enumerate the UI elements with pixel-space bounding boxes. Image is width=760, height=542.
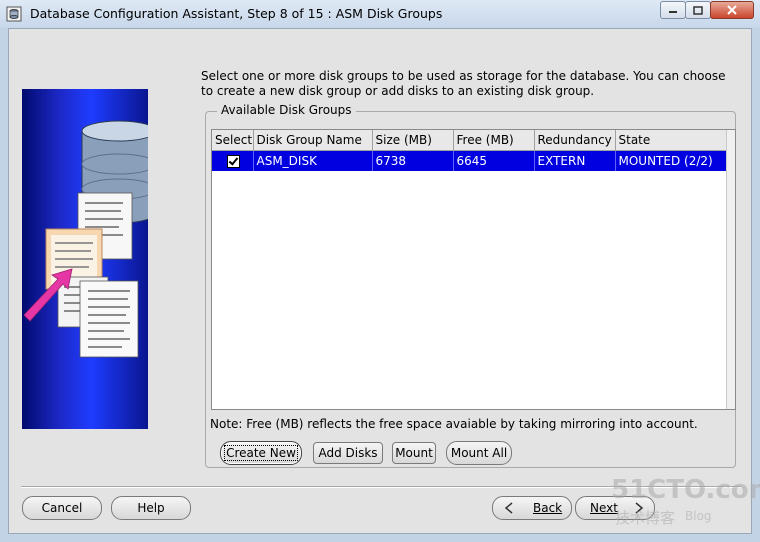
free-cell: 6645 [453, 150, 535, 171]
help-label: Help [137, 501, 165, 515]
wizard-panel: Select one or more disk groups to be use… [8, 28, 760, 535]
column-header-size[interactable]: Size (MB) [372, 130, 454, 151]
wizard-illustration [22, 89, 148, 429]
watermark-blog: Blog [685, 509, 712, 523]
cancel-button[interactable]: Cancel [22, 496, 102, 520]
group-box-label: Available Disk Groups [217, 103, 356, 117]
close-button[interactable] [710, 1, 754, 19]
back-label: Back [533, 501, 563, 515]
maximize-button[interactable] [685, 1, 711, 19]
back-button[interactable]: Back [492, 496, 572, 520]
table-scrollbar[interactable] [726, 130, 735, 409]
maximize-icon [693, 5, 703, 15]
title-bar: Database Configuration Assistant, Step 8… [0, 0, 760, 28]
watermark-sub: 技术博客 [615, 509, 676, 527]
window-frame-bottom [0, 534, 760, 542]
column-header-free[interactable]: Free (MB) [453, 130, 535, 151]
window-frame-right [752, 28, 760, 542]
disk-groups-table: Select Disk Group Name Size (MB) Free (M… [211, 129, 736, 410]
size-cell: 6738 [372, 150, 454, 171]
mount-all-button[interactable]: Mount All [446, 441, 512, 465]
window-frame-left [0, 28, 8, 542]
mount-label: Mount [395, 446, 433, 460]
table-header-row: Select Disk Group Name Size (MB) Free (M… [212, 130, 729, 151]
column-header-select[interactable]: Select [212, 130, 254, 151]
cancel-label: Cancel [41, 501, 83, 515]
app-icon [6, 6, 22, 22]
window-title: Database Configuration Assistant, Step 8… [30, 6, 443, 21]
column-header-disk-group-name[interactable]: Disk Group Name [253, 130, 373, 151]
table-row[interactable]: ASM_DISK 6738 6645 EXTERN MOUNTED (2/2) [212, 150, 729, 171]
mount-all-label: Mount All [450, 446, 508, 460]
minimize-button[interactable] [660, 1, 686, 19]
mount-button[interactable]: Mount [392, 442, 436, 464]
watermark-site: 51CTO.com [611, 475, 760, 505]
watermark: 51CTO.com 技术博客 Blog [601, 475, 760, 535]
add-disks-label: Add Disks [318, 446, 378, 460]
instructions-text: Select one or more disk groups to be use… [201, 69, 726, 98]
select-cell[interactable] [212, 150, 254, 171]
redundancy-cell: EXTERN [534, 150, 616, 171]
column-header-state[interactable]: State [615, 130, 729, 151]
create-new-label: Create New [224, 445, 298, 461]
state-cell: MOUNTED (2/2) [615, 150, 729, 171]
column-header-redundancy[interactable]: Redundancy [534, 130, 616, 151]
add-disks-button[interactable]: Add Disks [313, 442, 383, 464]
close-icon [727, 5, 737, 15]
free-space-note: Note: Free (MB) reflects the free space … [210, 417, 698, 431]
disk-group-name-cell: ASM_DISK [253, 150, 373, 171]
create-new-button[interactable]: Create New [220, 441, 302, 465]
checkbox-checked-icon[interactable] [227, 155, 240, 168]
minimize-icon [669, 11, 677, 13]
back-arrow-icon [504, 502, 513, 514]
help-button[interactable]: Help [111, 496, 191, 520]
